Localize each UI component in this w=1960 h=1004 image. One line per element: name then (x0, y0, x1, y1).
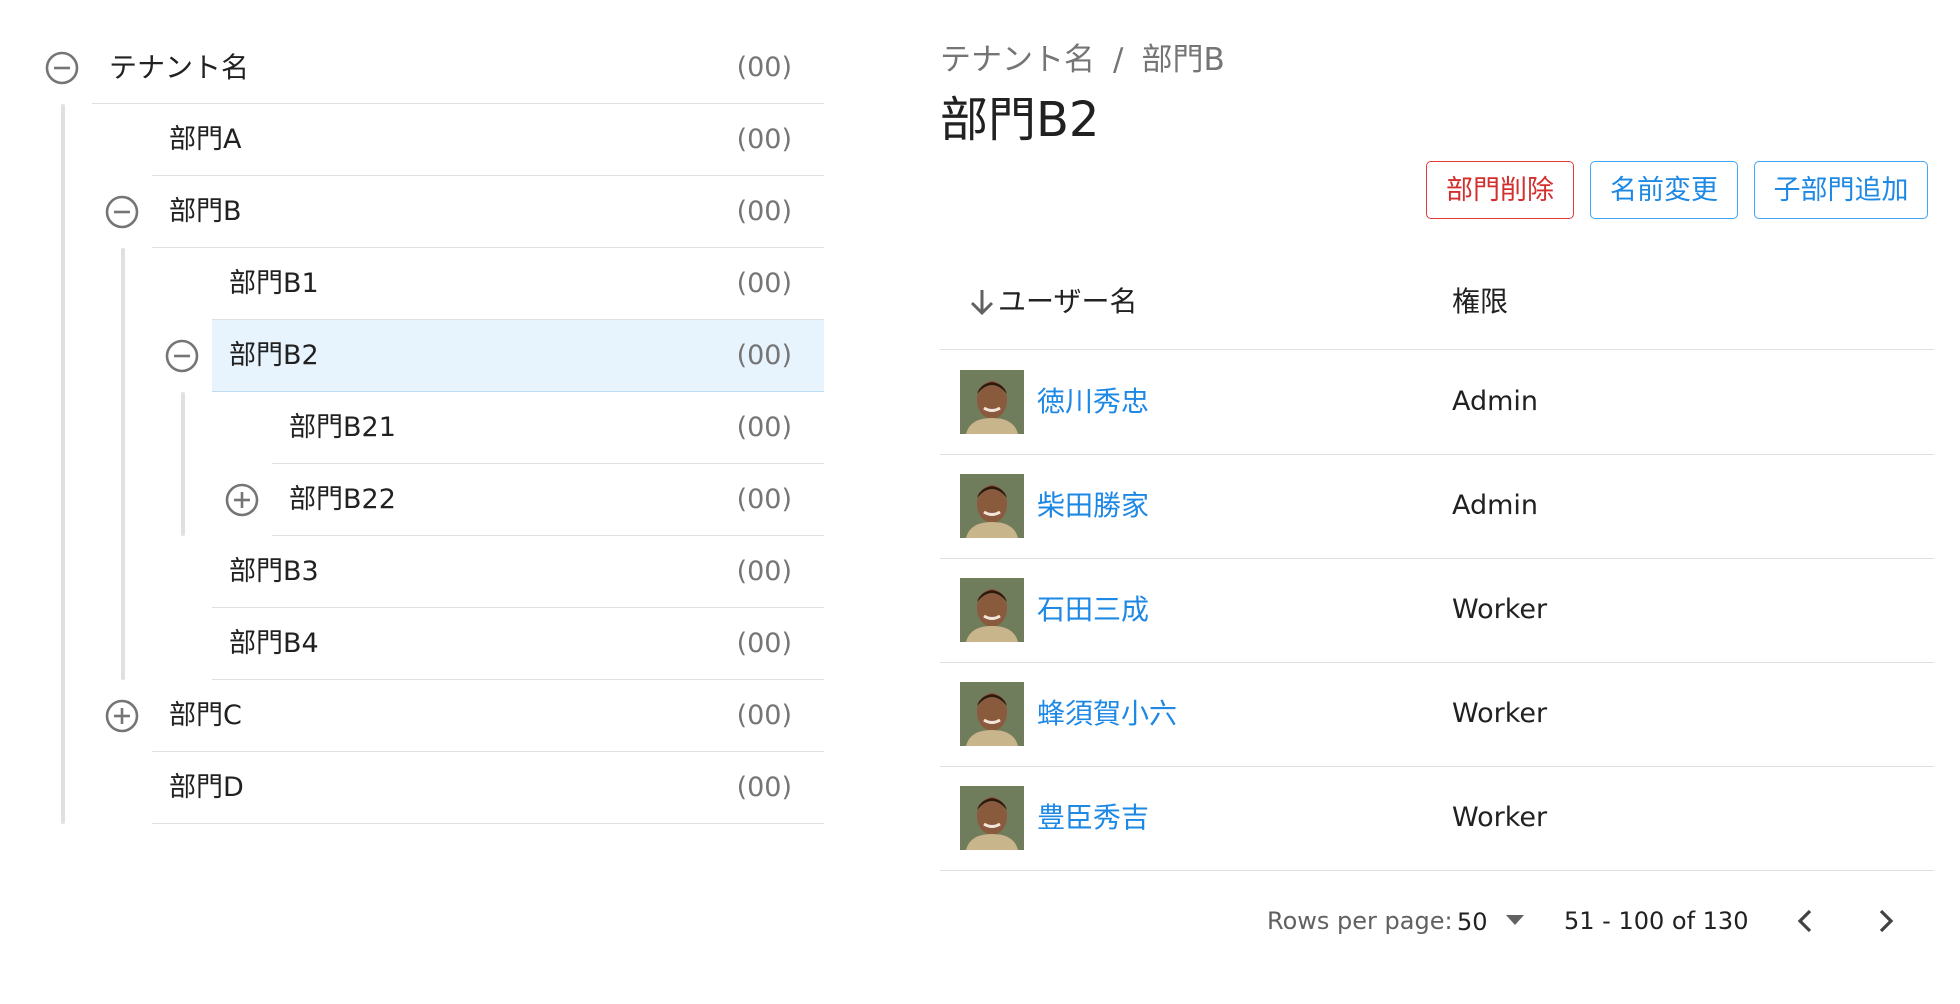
collapse-icon[interactable] (104, 194, 140, 230)
tree-node-dept-a[interactable]: 部門A (00) (0, 104, 824, 176)
breadcrumb: テナント名 / 部門B (940, 34, 1225, 79)
tree-node-count: (00) (736, 340, 792, 371)
tree-node-count: (00) (736, 52, 792, 83)
department-tree: テナント名 (00) 部門A (00) 部門B (00) 部門B1 (00) 部… (0, 0, 830, 1004)
avatar (960, 786, 1024, 850)
tree-node-dept-b22[interactable]: 部門B22 (00) (0, 464, 824, 536)
pagination: Rows per page: 50 51 - 100 of 130 (940, 880, 1934, 962)
tree-node-label: テナント名 (109, 51, 250, 84)
collapse-icon[interactable] (164, 338, 200, 374)
page-title: 部門B2 (940, 92, 1100, 148)
tree-node-dept-b[interactable]: 部門B (00) (0, 176, 824, 248)
table-row: 豊臣秀吉 Worker (940, 766, 1934, 871)
tree-node-dept-b2[interactable]: 部門B2 (00) (0, 320, 824, 392)
tree-node-count: (00) (736, 484, 792, 515)
rename-button[interactable]: 名前変更 (1590, 161, 1738, 219)
tree-node-count: (00) (736, 700, 792, 731)
add-child-department-button[interactable]: 子部門追加 (1754, 161, 1928, 219)
tree-node-dept-d[interactable]: 部門D (00) (0, 752, 824, 824)
tree-node-count: (00) (736, 772, 792, 803)
avatar (960, 682, 1024, 746)
rows-per-page-select[interactable]: 50 (1457, 880, 1533, 962)
tree-node-label: 部門B1 (229, 268, 319, 299)
table-row: 柴田勝家 Admin (940, 454, 1934, 559)
tree-node-dept-b1[interactable]: 部門B1 (00) (0, 248, 824, 320)
tree-node-label: 部門B (169, 196, 242, 227)
delete-department-button[interactable]: 部門削除 (1426, 161, 1574, 219)
tree-node-label: 部門B2 (229, 340, 319, 371)
tree-node-count: (00) (736, 412, 792, 443)
caret-down-icon (1506, 915, 1524, 925)
user-name-link[interactable]: 徳川秀忠 (1037, 350, 1149, 454)
tree-node-label: 部門B21 (289, 412, 396, 443)
expand-icon[interactable] (224, 482, 260, 518)
tree-node-dept-b21[interactable]: 部門B21 (00) (0, 392, 824, 464)
avatar (960, 370, 1024, 434)
tree-node-label: 部門A (169, 124, 242, 155)
table-header: ユーザー名 権限 (940, 255, 1934, 350)
rows-per-page-label: Rows per page: (1267, 907, 1453, 935)
arrow-down-icon[interactable] (966, 286, 998, 318)
column-header-role[interactable]: 権限 (1452, 255, 1508, 349)
tree-node-label: 部門B3 (229, 556, 319, 587)
chevron-right-icon (1879, 909, 1894, 933)
tree-node-count: (00) (736, 628, 792, 659)
breadcrumb-item-dept-b[interactable]: 部門B (1141, 42, 1224, 78)
tree-node-count: (00) (736, 196, 792, 227)
tree-node-label: 部門B22 (289, 484, 396, 515)
pagination-range: 51 - 100 of 130 (1564, 907, 1749, 935)
user-role: Worker (1452, 698, 1548, 729)
table-row: 蜂須賀小六 Worker (940, 662, 1934, 767)
breadcrumb-separator: / (1113, 42, 1124, 78)
user-role: Worker (1452, 594, 1548, 625)
user-role: Worker (1452, 802, 1548, 833)
tree-node-count: (00) (736, 124, 792, 155)
tree-node-dept-b4[interactable]: 部門B4 (00) (0, 608, 824, 680)
tree-node-dept-b3[interactable]: 部門B3 (00) (0, 536, 824, 608)
user-name-link[interactable]: 豊臣秀吉 (1037, 766, 1149, 870)
breadcrumb-item-tenant[interactable]: テナント名 (940, 42, 1095, 78)
user-role: Admin (1452, 490, 1539, 521)
user-name-link[interactable]: 蜂須賀小六 (1037, 662, 1177, 766)
user-name-link[interactable]: 柴田勝家 (1037, 454, 1149, 558)
table-row: 石田三成 Worker (940, 558, 1934, 663)
chevron-left-icon (1797, 909, 1812, 933)
rows-per-page-value: 50 (1457, 908, 1488, 936)
next-page-button[interactable] (1864, 900, 1906, 942)
tree-node-label: 部門C (169, 700, 242, 731)
expand-icon[interactable] (104, 698, 140, 734)
avatar (960, 578, 1024, 642)
tree-node-label: 部門B4 (229, 628, 319, 659)
user-role: Admin (1452, 386, 1539, 417)
tree-node-dept-c[interactable]: 部門C (00) (0, 680, 824, 752)
avatar (960, 474, 1024, 538)
tree-node-count: (00) (736, 556, 792, 587)
user-name-link[interactable]: 石田三成 (1037, 558, 1149, 662)
previous-page-button[interactable] (1785, 900, 1827, 942)
column-header-username[interactable]: ユーザー名 (998, 255, 1137, 349)
tree-node-tenant[interactable]: テナント名 (00) (0, 32, 824, 104)
table-row: 徳川秀忠 Admin (940, 350, 1934, 455)
collapse-icon[interactable] (44, 50, 80, 86)
tree-node-label: 部門D (169, 772, 244, 803)
tree-node-count: (00) (736, 268, 792, 299)
